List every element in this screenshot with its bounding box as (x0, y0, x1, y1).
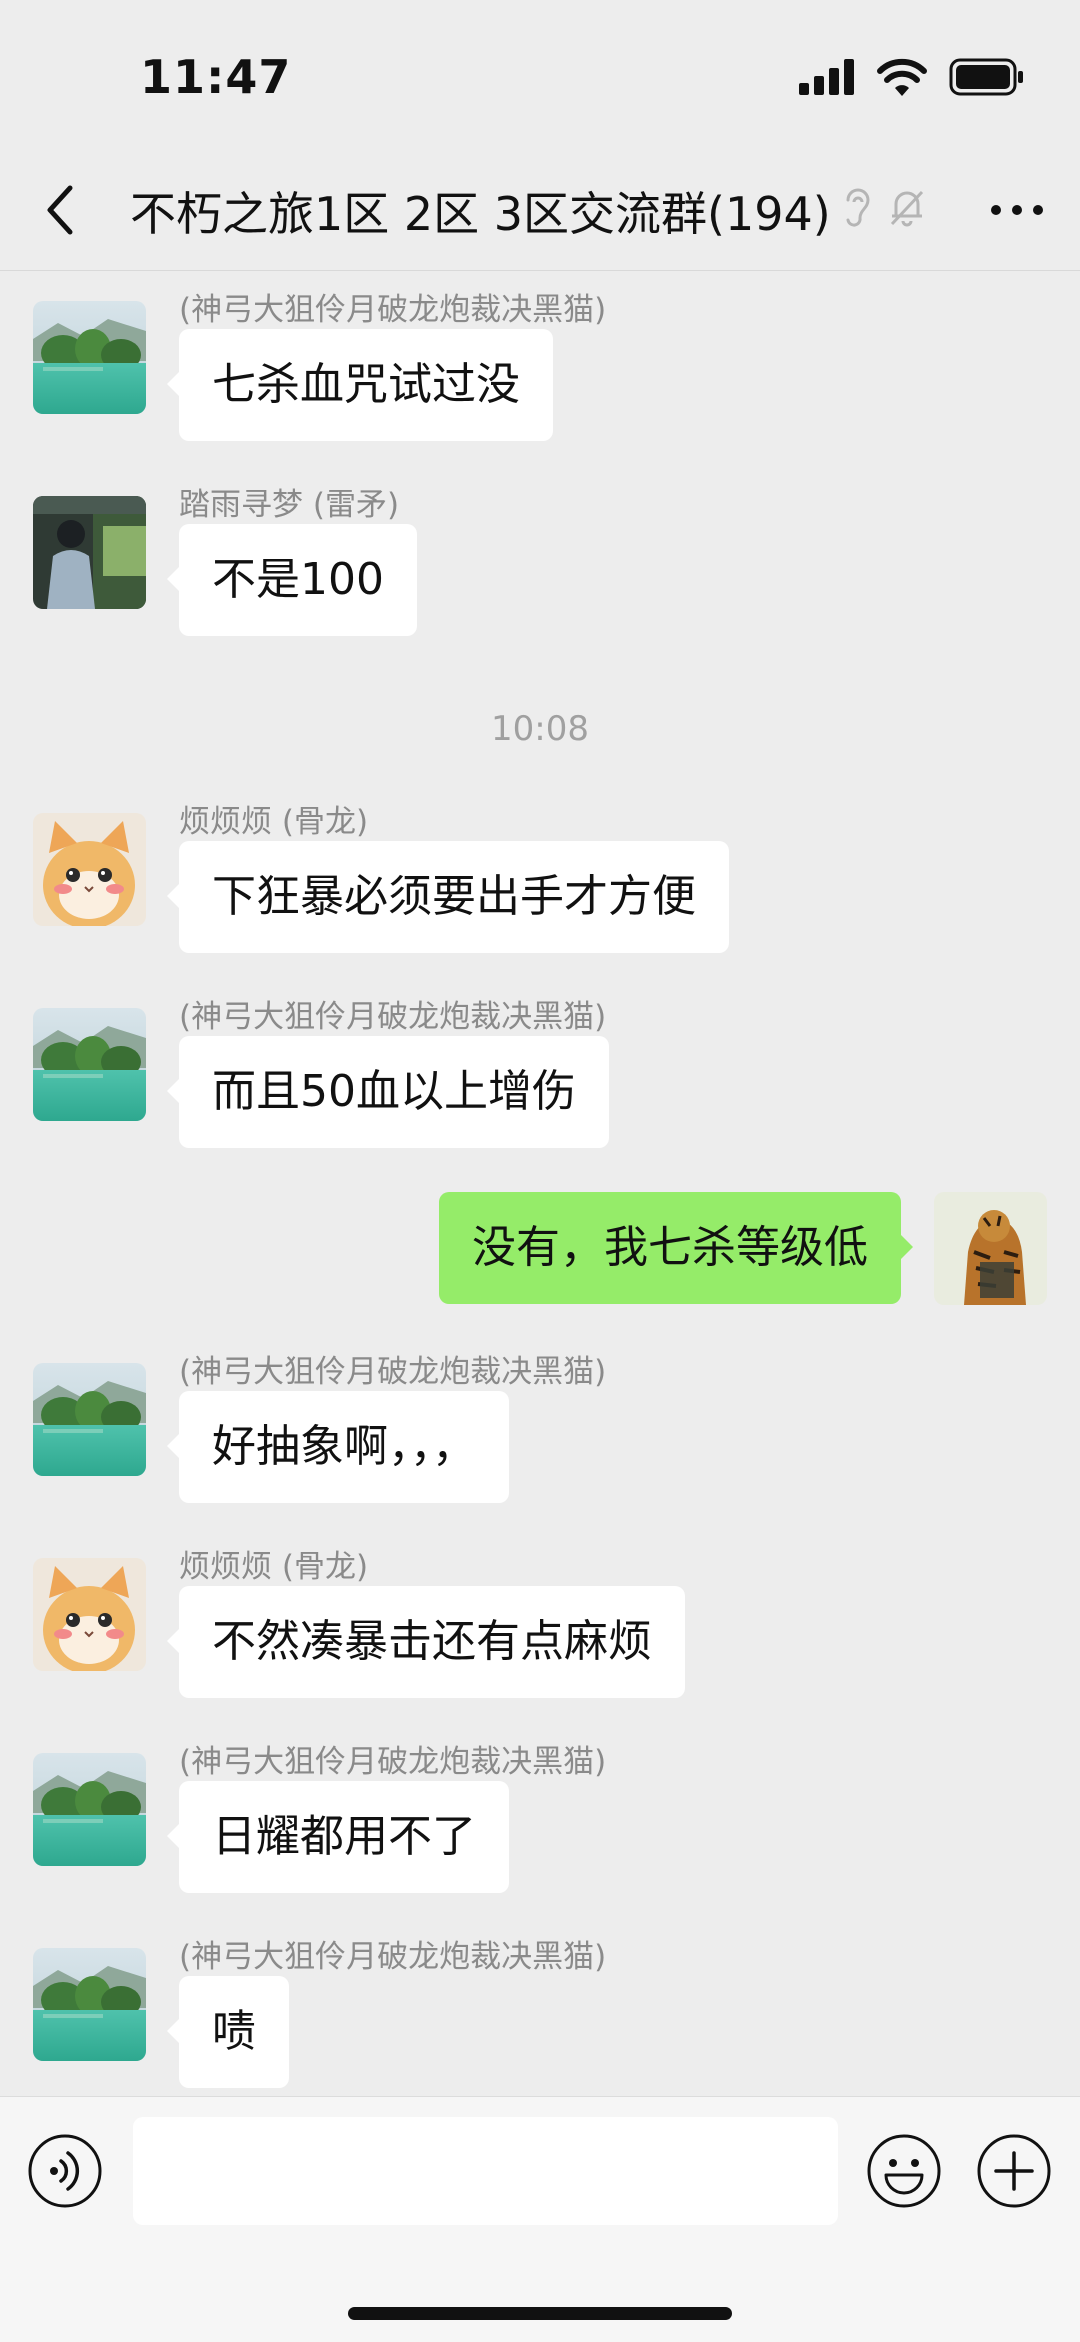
message-bubble[interactable]: 七杀血咒试过没 (167, 329, 553, 441)
sender-name: (神弓大狙伶月破龙炮裁决黑猫) (179, 1744, 607, 1780)
message-bubble[interactable]: 而且50血以上增伤 (167, 1036, 609, 1148)
time-divider: 10:08 (491, 709, 589, 749)
message-bubble[interactable]: 好抽象啊，，， (167, 1391, 509, 1503)
wifi-icon (877, 58, 927, 96)
more-options-button[interactable] (982, 180, 1052, 240)
sender-name: (神弓大狙伶月破龙炮裁决黑猫) (179, 1354, 607, 1390)
sender-name: 踏雨寻梦 (雷矛) (179, 487, 400, 523)
chat-status-icons (842, 186, 928, 228)
lake-avatar[interactable] (33, 1948, 146, 2061)
chat-title[interactable]: 不朽之旅1区 2区 3区交流群(194) (130, 178, 831, 244)
sender-name: 烦烦烦 (骨龙) (179, 1549, 369, 1585)
message-bubble-self[interactable]: 没有，我七杀等级低 (439, 1192, 913, 1304)
message-bubble[interactable]: 下狂暴必须要出手才方便 (167, 841, 729, 953)
cat-avatar[interactable] (33, 813, 146, 926)
status-icons (799, 58, 1025, 96)
lake-avatar[interactable] (33, 1753, 146, 1866)
message-list[interactable]: (神弓大狙伶月破龙炮裁决黑猫) 七杀血咒试过没 踏雨寻梦 (雷矛) 不是100 … (0, 271, 1080, 2095)
back-button[interactable] (38, 180, 88, 240)
sender-name: (神弓大狙伶月破龙炮裁决黑猫) (179, 292, 607, 328)
lake-avatar[interactable] (33, 1363, 146, 1476)
tiger-avatar[interactable] (934, 1192, 1047, 1305)
message-input[interactable] (133, 2117, 838, 2225)
signal-icon (799, 59, 854, 95)
lake-avatar[interactable] (33, 1008, 146, 1121)
voice-input-button[interactable] (27, 2133, 103, 2209)
message-bubble[interactable]: 不是100 (167, 524, 417, 636)
input-bar (0, 2096, 1080, 2342)
mute-bell-icon (890, 190, 924, 227)
status-bar: 11:47 (0, 0, 1080, 150)
message-bubble[interactable]: 日耀都用不了 (167, 1781, 509, 1893)
sender-name: 烦烦烦 (骨龙) (179, 804, 369, 840)
emoji-button[interactable] (866, 2133, 942, 2209)
more-features-button[interactable] (976, 2133, 1052, 2209)
earpiece-icon (846, 188, 870, 227)
person-avatar[interactable] (33, 496, 146, 609)
message-bubble[interactable]: 不然凑暴击还有点麻烦 (167, 1586, 685, 1698)
sender-name: (神弓大狙伶月破龙炮裁决黑猫) (179, 999, 607, 1035)
status-time: 11:47 (140, 50, 292, 104)
battery-icon (949, 58, 1023, 96)
chat-header: 不朽之旅1区 2区 3区交流群(194) (0, 150, 1080, 271)
sender-name: (神弓大狙伶月破龙炮裁决黑猫) (179, 1939, 607, 1975)
lake-avatar[interactable] (33, 301, 146, 414)
home-indicator[interactable] (348, 2307, 732, 2320)
cat-avatar[interactable] (33, 1558, 146, 1671)
message-bubble[interactable]: 啧 (167, 1976, 289, 2088)
